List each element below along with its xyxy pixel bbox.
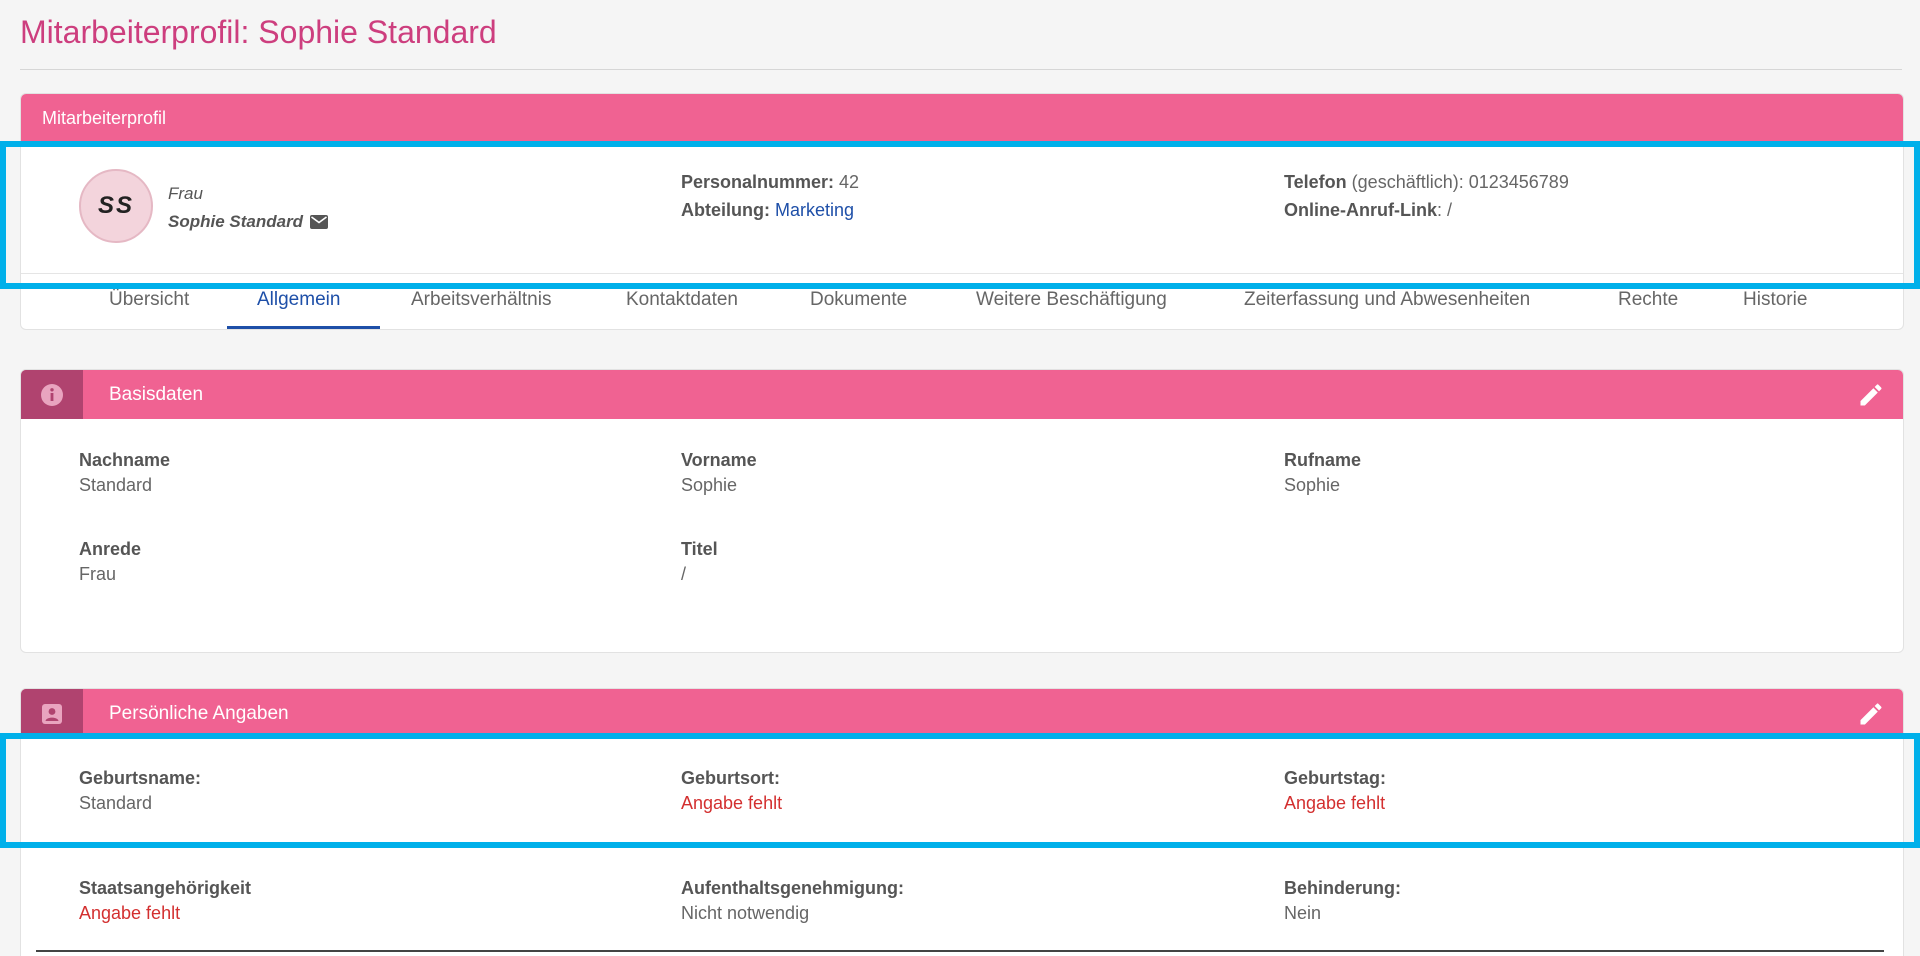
tab-historie[interactable]: Historie [1743,289,1807,311]
persoenliche-angaben-card: Persönliche Angaben Geburtsname: Standar… [20,688,1904,956]
persoenliche-angaben-icon-box [21,689,83,738]
online-call-line: Online-Anruf-Link: / [1284,200,1452,221]
profile-name: Sophie Standard [168,212,304,231]
field-value: Nein [1284,903,1322,923]
edit-persoenliche-angaben-pencil-icon[interactable] [1857,700,1885,728]
telefon-line: Telefon (geschäftlich): 0123456789 [1284,172,1569,193]
field-anrede: Anrede Frau [79,539,141,585]
abteilung-label: Abteilung: [681,200,770,220]
profile-salutation: Frau [168,184,203,203]
personalnummer-value: 42 [834,172,860,192]
persoenliche-angaben-title: Persönliche Angaben [109,703,289,724]
abteilung-line: Abteilung: Marketing [681,200,854,221]
abteilung-link[interactable]: Marketing [775,200,854,220]
field-value: / [681,564,687,584]
field-value-missing: Angabe fehlt [79,903,181,923]
avatar: SS [79,169,153,243]
field-behinderung: Behinderung: Nein [1284,878,1401,924]
online-call-label: Online-Anruf-Link [1284,200,1437,220]
field-value: Sophie [1284,475,1341,495]
info-icon [41,383,63,406]
field-staatsangehoerigkeit: Staatsangehörigkeit Angabe fehlt [79,878,251,924]
basisdaten-title: Basisdaten [109,384,204,405]
profile-card-header: Mitarbeiterprofil [21,94,1903,141]
online-call-value: : / [1436,200,1452,220]
basisdaten-icon-box [21,370,83,419]
field-label: Rufname [1284,450,1362,470]
field-nachname: Nachname Standard [79,450,170,496]
field-geburtstag: Geburtstag: Angabe fehlt [1284,768,1386,814]
field-value-missing: Angabe fehlt [681,793,783,813]
field-geburtsname: Geburtsname: Standard [79,768,201,814]
field-label: Geburtsort: [681,768,780,788]
field-value: Nicht notwendig [681,903,810,923]
field-label: Titel [681,539,718,559]
field-aufenthaltsgenehmigung: Aufenthaltsgenehmigung: Nicht notwendig [681,878,904,924]
field-label: Behinderung: [1284,878,1401,898]
telefon-value: (geschäftlich): 0123456789 [1346,172,1569,192]
profile-card: Mitarbeiterprofil SS Frau Sophie Standar… [20,93,1904,330]
basisdaten-header: Basisdaten [21,370,1903,419]
tab-weitere-beschaeftigung[interactable]: Weitere Beschäftigung [976,289,1167,311]
field-label: Vorname [681,450,757,470]
field-label: Anrede [79,539,142,559]
tab-zeiterfassung[interactable]: Zeiterfassung und Abwesenheiten [1244,289,1530,311]
field-label: Staatsangehörigkeit [79,878,252,898]
bottom-divider [36,950,1884,952]
title-divider [20,69,1902,70]
tab-allgemein[interactable]: Allgemein [257,289,340,311]
field-value: Standard [79,475,153,495]
basisdaten-card: Basisdaten Nachname Standard Vorname Sop… [20,369,1904,653]
field-geburtsort: Geburtsort: Angabe fehlt [681,768,782,814]
persoenliche-angaben-header: Persönliche Angaben [21,689,1903,738]
mail-icon[interactable] [310,215,329,229]
edit-basisdaten-pencil-icon[interactable] [1857,381,1885,409]
tab-arbeitsverhaeltnis[interactable]: Arbeitsverhältnis [411,289,551,311]
tabs-divider [21,273,1903,274]
profile-name-row: Sophie Standard [168,212,329,232]
tab-kontaktdaten[interactable]: Kontaktdaten [626,289,738,311]
profile-card-title: Mitarbeiterprofil [42,108,167,128]
tab-dokumente[interactable]: Dokumente [810,289,907,311]
field-rufname: Rufname Sophie [1284,450,1361,496]
field-label: Geburtstag: [1284,768,1387,788]
personalnummer-label: Personalnummer: [681,172,835,192]
telefon-label: Telefon [1284,172,1347,192]
field-value: Standard [79,793,153,813]
field-label: Geburtsname: [79,768,202,788]
field-vorname: Vorname Sophie [681,450,757,496]
field-label: Nachname [79,450,171,470]
field-label: Aufenthaltsgenehmigung: [681,878,904,898]
tab-uebersicht[interactable]: Übersicht [109,289,189,311]
personalnummer-line: Personalnummer: 42 [681,172,859,193]
contact-card-icon [42,703,62,724]
active-tab-indicator [227,326,380,329]
tab-rechte[interactable]: Rechte [1618,289,1678,311]
field-value-missing: Angabe fehlt [1284,793,1386,813]
field-titel: Titel / [681,539,718,585]
page-title: Mitarbeiterprofil: Sophie Standard [20,14,497,50]
field-value: Sophie [681,475,738,495]
field-value: Frau [79,564,117,584]
